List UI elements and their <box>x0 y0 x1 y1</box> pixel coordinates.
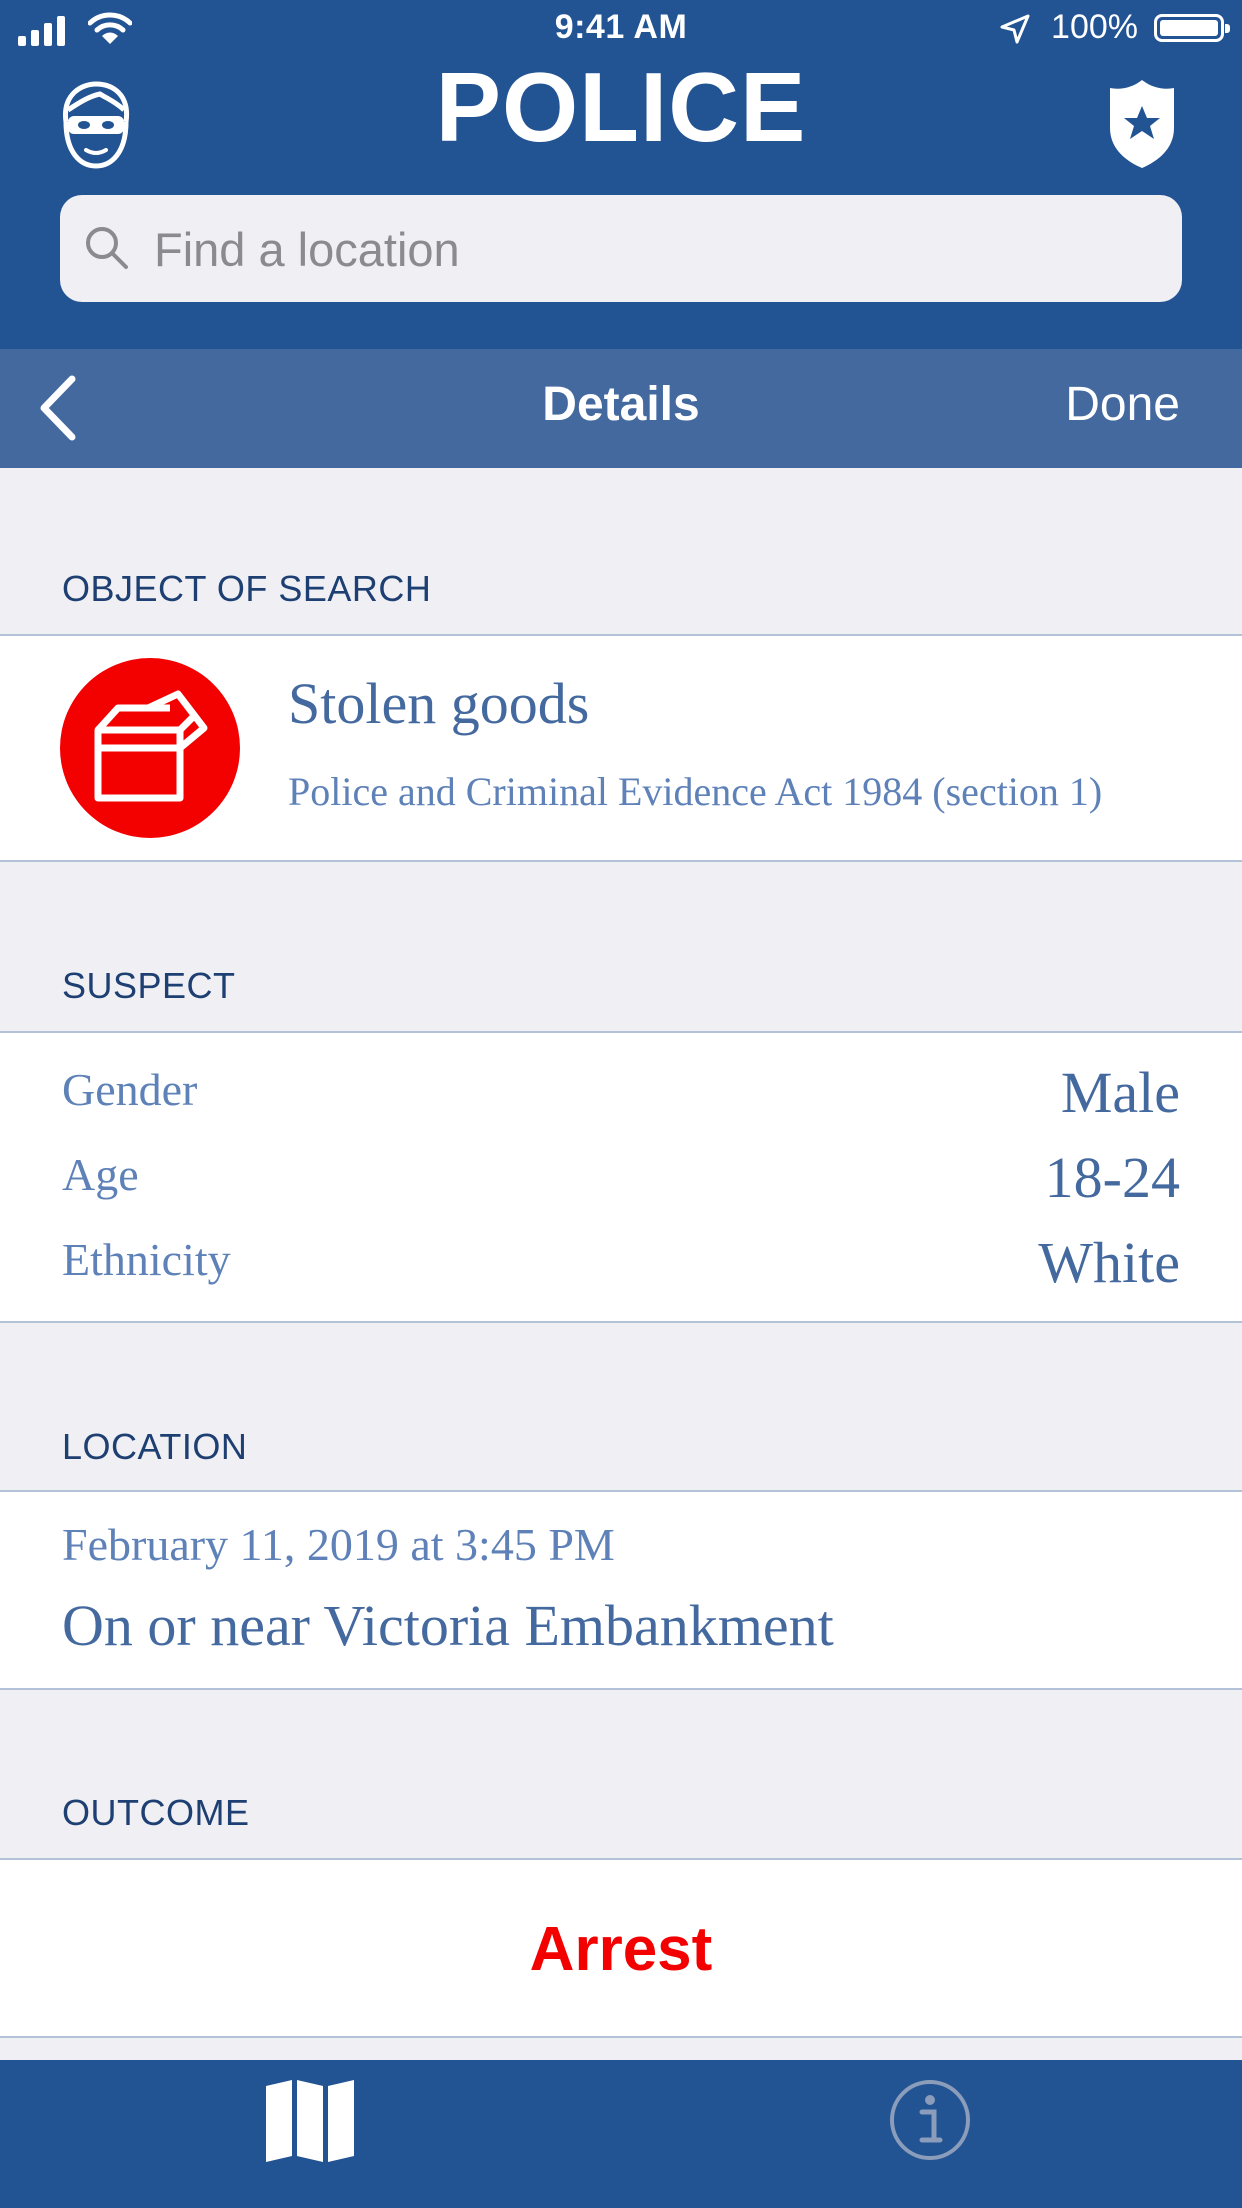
info-icon[interactable] <box>888 2078 972 2162</box>
gender-label: Gender <box>62 1064 198 1115</box>
section-header-object-of-search: OBJECT OF SEARCH <box>62 568 432 609</box>
location-arrow-icon <box>1000 14 1030 44</box>
outcome-value: Arrest <box>529 1915 713 1984</box>
box-icon <box>60 658 240 838</box>
search-input[interactable] <box>152 195 1156 304</box>
outcome-card: Arrest <box>0 1858 1242 2038</box>
age-label: Age <box>62 1149 139 1200</box>
ethnicity-label: Ethnicity <box>62 1234 231 1285</box>
map-icon[interactable] <box>264 2078 356 2162</box>
battery-icon <box>1154 14 1230 42</box>
object-legislation: Police and Criminal Evidence Act 1984 (s… <box>288 769 1103 814</box>
ethnicity-value: White <box>1038 1230 1180 1295</box>
section-header-location: LOCATION <box>62 1426 248 1467</box>
object-title: Stolen goods <box>288 671 590 736</box>
section-header-suspect: SUSPECT <box>62 965 236 1006</box>
box-glyph <box>94 690 208 802</box>
app-header: 9:41 AM 100% POLICE <box>0 0 1242 349</box>
search-bar[interactable] <box>60 195 1182 304</box>
age-value: 18-24 <box>1044 1145 1180 1210</box>
location-place: On or near Victoria Embankment <box>62 1593 834 1658</box>
location-card: February 11, 2019 at 3:45 PM On or near … <box>0 1490 1242 1690</box>
police-badge-icon[interactable] <box>1104 78 1180 170</box>
location-datetime: February 11, 2019 at 3:45 PM <box>62 1519 615 1570</box>
done-button[interactable]: Done <box>1065 377 1180 432</box>
tab-bar <box>0 2060 1242 2208</box>
section-header-outcome: OUTCOME <box>62 1792 250 1833</box>
object-of-search-card: Stolen goods Police and Criminal Evidenc… <box>0 634 1242 862</box>
suspect-card: Gender Male Age 18-24 Ethnicity White <box>0 1031 1242 1323</box>
search-icon <box>86 227 128 269</box>
nav-title: Details <box>542 378 700 431</box>
battery-percentage: 100% <box>1051 8 1138 46</box>
gender-value: Male <box>1060 1060 1180 1125</box>
app-title: POLICE <box>435 52 807 162</box>
status-bar: 9:41 AM 100% <box>0 0 1242 60</box>
navigation-bar: Details Done <box>0 349 1242 468</box>
